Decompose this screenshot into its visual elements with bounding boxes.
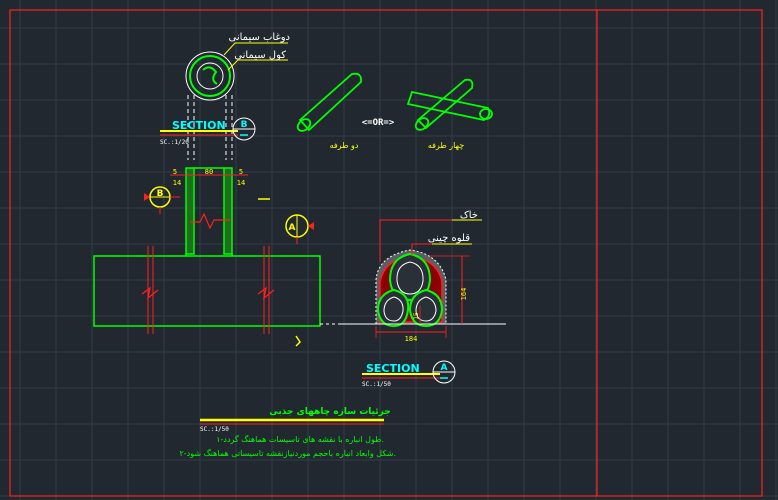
notes-scale: SC.:1/50 xyxy=(200,426,229,433)
section-a-label-pipe: قلوه چینی xyxy=(428,233,470,244)
cad-drawing-canvas: دوغاب سیمانی کول سیمانی SECTION B SC.:1/… xyxy=(0,0,778,500)
label-cement-ring: کول سیمانی xyxy=(234,50,286,61)
pipe-option-four-way-caption: چهار طرفه xyxy=(428,141,464,150)
section-a-scale: SC.:1/50 xyxy=(362,381,391,388)
notes-line-2: ۲-شکل وابعاد انباره باحجم موردنیازنقشه ت… xyxy=(179,448,396,458)
shaft-dim-width: 80 xyxy=(205,168,213,176)
horizontal-chamber xyxy=(93,246,360,347)
section-a-detail xyxy=(340,219,506,338)
pipe-option-two-way xyxy=(296,72,362,132)
section-a-label-soil: خاک xyxy=(460,210,478,221)
section-b-scale: SC.:1/20 xyxy=(160,139,189,146)
pipe-option-two-way-caption: دو طرفه xyxy=(330,141,359,150)
shaft-dim-right-bottom: 14 xyxy=(237,179,245,187)
section-marker-b-letter: B xyxy=(157,189,164,199)
section-a-letter: A xyxy=(441,363,448,373)
shaft-dim-right-top: 5 xyxy=(239,168,243,176)
section-b-letter: B xyxy=(241,120,248,130)
section-marker-a-letter: A xyxy=(289,223,296,233)
section-a-dim-width: 184 xyxy=(405,335,418,343)
notes-line-1: ۱-طول انباره با نقشه های تاسیسات هماهنگ … xyxy=(216,434,384,444)
pipe-options-or: <=OR=> xyxy=(362,118,395,128)
sheet-frame xyxy=(9,9,763,497)
pipe-option-four-way xyxy=(406,78,493,131)
background-grid xyxy=(0,0,778,500)
shaft-dim-left-top: 5 xyxy=(173,168,177,176)
notes-block xyxy=(200,418,384,425)
section-b-heading: SECTION xyxy=(172,119,226,132)
section-a-heading: SECTION xyxy=(366,362,420,375)
section-a-dim-small: 15 xyxy=(413,312,420,320)
label-cement-grout: دوغاب سیمانی xyxy=(229,32,291,43)
shaft-dim-left-bottom: 14 xyxy=(173,179,181,187)
notes-title: جزئیات سازه چاههای جذبی xyxy=(269,407,391,417)
section-a-dim-height: 164 xyxy=(460,288,468,301)
